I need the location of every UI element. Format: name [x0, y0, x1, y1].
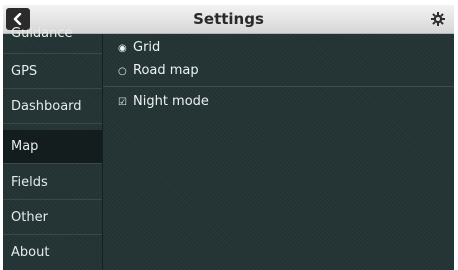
night-mode-label: Night mode — [133, 94, 209, 109]
settings-window: Settings Guidance GPS Dashboard Map Fiel… — [0, 0, 458, 270]
radio-selected-icon: ◉ — [118, 43, 127, 54]
sidebar-item-other[interactable]: Other — [3, 201, 102, 235]
sidebar-item-gps[interactable]: GPS — [3, 55, 102, 89]
sidebar-item-guidance[interactable]: Guidance — [3, 25, 102, 54]
chevron-left-icon — [13, 13, 22, 25]
section-divider — [103, 86, 454, 87]
map-settings-panel: ◉ Grid ○ Road map ☑ Night mode — [103, 34, 454, 270]
map-type-grid-label: Grid — [133, 40, 161, 55]
settings-button[interactable] — [430, 11, 446, 27]
sidebar-item-about[interactable]: About — [3, 236, 102, 270]
map-type-roadmap-label: Road map — [133, 63, 199, 78]
sidebar-item-fields[interactable]: Fields — [3, 166, 102, 200]
settings-body: Guidance GPS Dashboard Map Fields Other … — [3, 26, 454, 270]
sidebar-item-map[interactable]: Map — [3, 130, 102, 164]
sidebar-item-dashboard[interactable]: Dashboard — [3, 90, 102, 124]
gear-icon — [431, 12, 445, 26]
checkbox-checked-icon: ☑ — [118, 97, 127, 108]
night-mode-checkbox[interactable]: ☑ Night mode — [118, 92, 209, 112]
map-type-roadmap-option[interactable]: ○ Road map — [118, 61, 199, 81]
map-type-grid-option[interactable]: ◉ Grid — [118, 38, 160, 58]
radio-unselected-icon: ○ — [118, 66, 127, 77]
sidebar: Guidance GPS Dashboard Map Fields Other … — [3, 26, 103, 270]
